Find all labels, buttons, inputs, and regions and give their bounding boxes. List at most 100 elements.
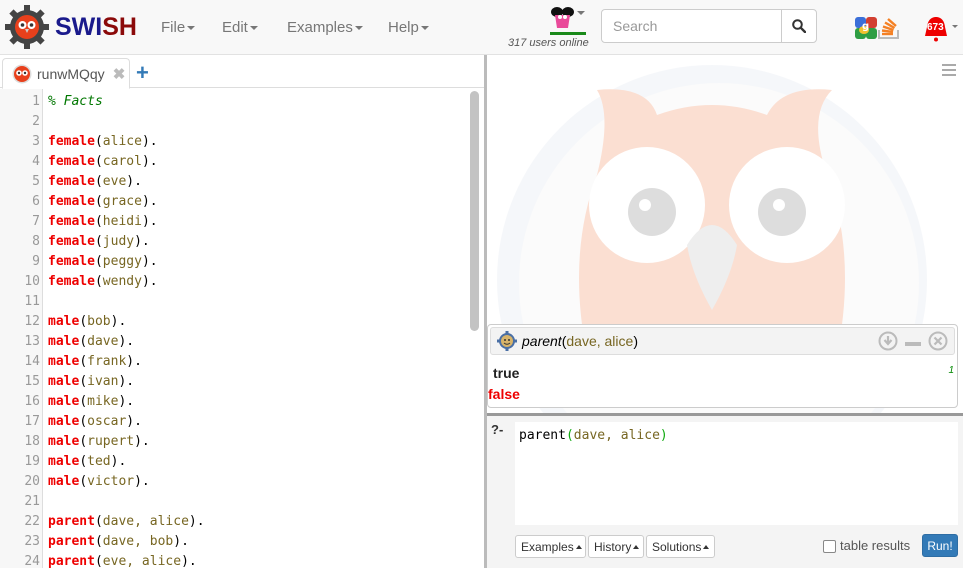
code-content: female(judy). <box>48 234 150 249</box>
predicate-args: dave, alice <box>102 514 189 529</box>
brand-name: SWISH <box>55 13 137 42</box>
line-number: 5 <box>32 174 40 189</box>
code-content: female(grace). <box>48 194 158 209</box>
editor-scrollbar[interactable] <box>470 91 479 331</box>
predicate-args: grace <box>102 194 142 209</box>
caret-down-icon <box>354 25 363 30</box>
predicate-args: wendy <box>102 274 142 289</box>
predicate-name: male <box>48 434 80 449</box>
swish-logo-icon <box>4 4 50 50</box>
code-content: male(rupert). <box>48 434 150 449</box>
predicate-name: male <box>48 394 80 409</box>
code-content: male(ted). <box>48 454 127 469</box>
stackoverflow-icon[interactable] <box>877 16 901 40</box>
search-button[interactable] <box>781 10 816 42</box>
line-number: 9 <box>32 254 40 269</box>
menu-file-label: File <box>161 19 186 36</box>
line-number: 1 <box>32 94 40 109</box>
predicate-args: oscar <box>87 414 127 429</box>
predicate-name: female <box>48 134 95 149</box>
code-content: female(alice). <box>48 134 158 149</box>
editor-tabbar: runwMQqy ✖ + <box>0 55 484 89</box>
users-online-count: 317 users online <box>508 37 589 49</box>
brand[interactable]: SWISH <box>4 4 137 50</box>
table-results-checkbox[interactable] <box>823 540 836 553</box>
table-results-label: table results <box>840 538 911 553</box>
download-icon[interactable] <box>878 331 898 351</box>
line-number: 22 <box>24 514 40 529</box>
line-number: 11 <box>24 294 40 309</box>
predicate-name: parent <box>48 514 95 529</box>
caret-down-icon <box>249 25 258 30</box>
minimize-icon[interactable] <box>904 331 922 351</box>
search-icon <box>792 19 806 33</box>
code-content: male(oscar). <box>48 414 142 429</box>
code-editor[interactable]: 1% Facts 2 3 female(alice). 4 female(carol). 5… <box>0 89 484 568</box>
code-content: male(dave). <box>48 334 135 349</box>
predicate-name: male <box>48 314 80 329</box>
predicate-args: rupert <box>87 434 135 449</box>
line-number: 21 <box>24 494 40 509</box>
menu-hamburger-icon[interactable] <box>942 63 956 82</box>
predicate-args: dave, bob <box>102 534 174 549</box>
predicate-args: dave <box>87 334 119 349</box>
code-content: male(frank). <box>48 354 142 369</box>
predicate-name: female <box>48 274 95 289</box>
query-prompt: ?- <box>491 422 504 437</box>
predicate-args: mike <box>87 394 119 409</box>
run-button[interactable]: Run! <box>922 534 958 557</box>
runner-header: parent(dave, alice) <box>490 327 955 355</box>
code-content: female(carol). <box>48 154 158 169</box>
menu-edit[interactable]: Edit <box>222 0 258 55</box>
code-content: parent(dave, alice). <box>48 514 205 529</box>
brand-sh: SH <box>102 12 137 41</box>
answer-index: 1 <box>948 365 954 376</box>
close-circle-icon[interactable] <box>928 331 948 351</box>
menu-help[interactable]: Help <box>388 0 429 55</box>
predicate-name: male <box>48 334 80 349</box>
code-content: female(heidi). <box>48 214 158 229</box>
tab-runwMQqy[interactable]: runwMQqy ✖ <box>2 58 130 89</box>
predicate-name: female <box>48 174 95 189</box>
predicate-name: male <box>48 354 80 369</box>
code-content: female(wendy). <box>48 274 158 289</box>
examples-button[interactable]: Examples <box>515 535 586 558</box>
line-number: 12 <box>24 314 40 329</box>
caret-up-icon <box>703 544 710 549</box>
predicate-args: carol <box>102 154 142 169</box>
predicate-args: bob <box>87 314 111 329</box>
search-input[interactable] <box>602 10 781 42</box>
predicate-name: female <box>48 194 95 209</box>
code-content: % Facts <box>48 92 103 112</box>
predicate-args: judy <box>102 234 135 249</box>
query-editor[interactable]: parent(dave, alice) <box>515 422 958 525</box>
owl-icon <box>12 64 32 83</box>
user-avatar-icon[interactable] <box>551 6 587 30</box>
runner-query-pred: parent <box>522 333 562 349</box>
add-tab-button[interactable]: + <box>136 60 149 86</box>
menu-edit-label: Edit <box>222 19 248 36</box>
answer-false: false <box>488 386 520 402</box>
predicate-args: eve, alice <box>102 554 182 568</box>
answer-true: true <box>493 365 520 381</box>
caret-down-icon <box>187 25 196 30</box>
caret-down-icon <box>420 25 429 30</box>
code-content: parent(eve, alice). <box>48 554 197 568</box>
predicate-args: alice <box>102 134 142 149</box>
menu-examples[interactable]: Examples <box>287 0 363 55</box>
predicate-name: female <box>48 214 95 229</box>
menu-file[interactable]: File <box>161 0 196 55</box>
navbar: SWISH File Edit Examples Help 317 users … <box>0 0 963 55</box>
google-icon[interactable]: g <box>855 17 877 39</box>
predicate-name: female <box>48 154 95 169</box>
predicate-name: parent <box>48 534 95 549</box>
bell-icon[interactable]: 673 <box>922 14 960 44</box>
line-number: 6 <box>32 194 40 209</box>
solutions-button-label: Solutions <box>652 539 702 554</box>
line-number: 7 <box>32 214 40 229</box>
query-panel: ?- parent(dave, alice) Examples History … <box>487 416 963 568</box>
history-button[interactable]: History <box>588 535 644 558</box>
close-icon[interactable]: ✖ <box>113 65 126 83</box>
query-text-pred: parent <box>519 428 566 443</box>
solutions-button[interactable]: Solutions <box>646 535 715 558</box>
